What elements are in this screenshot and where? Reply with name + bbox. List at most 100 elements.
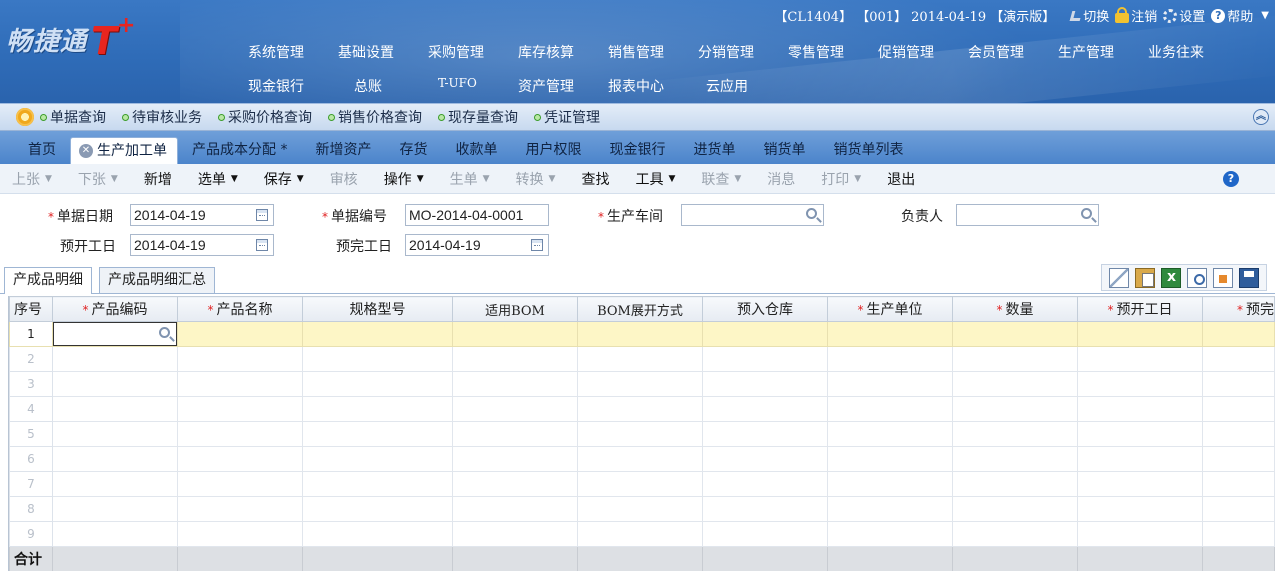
- grid-cell[interactable]: [1077, 471, 1203, 497]
- table-row[interactable]: 3: [9, 371, 1275, 397]
- grid-cell[interactable]: [177, 321, 303, 347]
- grid-cell[interactable]: [952, 346, 1078, 372]
- grid-cell[interactable]: [52, 446, 178, 472]
- grid-cell[interactable]: [452, 396, 578, 422]
- col-header[interactable]: * 预完: [1202, 296, 1275, 322]
- grid-cell[interactable]: [452, 321, 578, 347]
- grid-cell[interactable]: [827, 396, 953, 422]
- grid-cell[interactable]: [177, 471, 303, 497]
- grid-cell[interactable]: [52, 371, 178, 397]
- excel-icon[interactable]: [1161, 267, 1181, 288]
- chevron-down-icon[interactable]: ▼: [1261, 10, 1269, 21]
- grid-cell[interactable]: [577, 371, 703, 397]
- search-icon[interactable]: [806, 208, 817, 219]
- table-row[interactable]: 2: [9, 346, 1275, 372]
- export-icon[interactable]: [1213, 267, 1233, 288]
- grid-cell[interactable]: [827, 446, 953, 472]
- table-row[interactable]: 9: [9, 521, 1275, 547]
- help-icon[interactable]: ?: [1223, 171, 1239, 187]
- grid-cell[interactable]: [952, 321, 1078, 347]
- menu-item[interactable]: 现金银行: [248, 76, 338, 96]
- save-icon[interactable]: [1239, 267, 1259, 288]
- grid-cell[interactable]: [577, 421, 703, 447]
- menu-item[interactable]: 会员管理: [968, 42, 1058, 62]
- find-button[interactable]: 查找: [581, 169, 609, 189]
- grid-cell[interactable]: [452, 521, 578, 547]
- grid-cell[interactable]: [1202, 346, 1275, 372]
- audit-button[interactable]: 审核: [330, 169, 358, 189]
- menu-item[interactable]: T-UFO: [428, 76, 518, 96]
- table-row[interactable]: 8: [9, 496, 1275, 522]
- calendar-icon[interactable]: [256, 239, 268, 251]
- menu-item[interactable]: 库存核算: [518, 42, 608, 62]
- grid-cell[interactable]: [952, 396, 1078, 422]
- tab-cost-allocation[interactable]: 产品成本分配 *: [178, 137, 301, 164]
- grid-cell[interactable]: [702, 496, 828, 522]
- grid-cell[interactable]: [452, 446, 578, 472]
- grid-cell[interactable]: [827, 321, 953, 347]
- grid-cell[interactable]: [952, 446, 1078, 472]
- col-header[interactable]: * 数量: [952, 296, 1078, 322]
- prev-button[interactable]: 上张 ▼: [12, 169, 52, 189]
- col-header[interactable]: 规格型号: [302, 296, 453, 322]
- col-header[interactable]: BOM展开方式: [577, 296, 703, 322]
- grid-cell[interactable]: [1077, 346, 1203, 372]
- grid-cell[interactable]: [452, 496, 578, 522]
- col-header[interactable]: * 生产单位: [827, 296, 953, 322]
- tab-new-asset[interactable]: 新增资产: [301, 137, 385, 164]
- tab-production-order[interactable]: ✕ 生产加工单: [70, 137, 178, 164]
- grid-cell[interactable]: [702, 321, 828, 347]
- link-query-button[interactable]: 联查 ▼: [701, 169, 741, 189]
- generate-button[interactable]: 生单 ▼: [450, 169, 490, 189]
- copy-icon[interactable]: [1109, 267, 1129, 288]
- convert-button[interactable]: 转换 ▼: [516, 169, 556, 189]
- grid-cell[interactable]: [302, 521, 453, 547]
- grid-cell[interactable]: [452, 346, 578, 372]
- grid-cell[interactable]: [1077, 421, 1203, 447]
- quick-link[interactable]: 销售价格查询: [328, 107, 422, 127]
- grid-cell[interactable]: [577, 396, 703, 422]
- gear-icon[interactable]: [16, 108, 34, 126]
- grid-cell[interactable]: [1202, 371, 1275, 397]
- grid-cell[interactable]: [702, 471, 828, 497]
- tab-sales-order[interactable]: 销货单: [749, 137, 819, 164]
- settings-button[interactable]: 设置: [1163, 6, 1205, 25]
- grid-cell[interactable]: [1077, 521, 1203, 547]
- grid-cell[interactable]: [52, 496, 178, 522]
- search-icon[interactable]: [159, 327, 170, 338]
- grid-cell[interactable]: [952, 371, 1078, 397]
- grid-cell[interactable]: [302, 471, 453, 497]
- tab-product-detail[interactable]: 产成品明细: [4, 267, 92, 294]
- save-button[interactable]: 保存 ▼: [264, 169, 304, 189]
- owner-field[interactable]: [956, 204, 1099, 226]
- grid-cell[interactable]: [452, 371, 578, 397]
- help-button[interactable]: ? 帮助: [1211, 6, 1253, 25]
- menu-item[interactable]: 采购管理: [428, 42, 518, 62]
- grid-cell[interactable]: [702, 346, 828, 372]
- grid-cell[interactable]: [302, 421, 453, 447]
- tab-user-permission[interactable]: 用户权限: [511, 137, 595, 164]
- grid-cell[interactable]: [302, 321, 453, 347]
- col-header[interactable]: * 预开工日: [1077, 296, 1203, 322]
- tab-cash-bank[interactable]: 现金银行: [595, 137, 679, 164]
- grid-cell[interactable]: [452, 471, 578, 497]
- grid-cell[interactable]: [952, 471, 1078, 497]
- menu-item[interactable]: 生产管理: [1058, 42, 1148, 62]
- grid-cell[interactable]: [702, 396, 828, 422]
- table-row[interactable]: 6: [9, 446, 1275, 472]
- grid-cell[interactable]: [1077, 446, 1203, 472]
- quick-link[interactable]: 待审核业务: [122, 107, 202, 127]
- tab-product-summary[interactable]: 产成品明细汇总: [99, 267, 215, 293]
- grid-cell[interactable]: [52, 396, 178, 422]
- grid-cell[interactable]: [1077, 371, 1203, 397]
- col-header[interactable]: 预入仓库: [702, 296, 828, 322]
- search-icon[interactable]: [1081, 208, 1092, 219]
- menu-item[interactable]: 业务往来: [1148, 42, 1238, 62]
- exit-button[interactable]: 退出: [887, 169, 915, 189]
- grid-cell[interactable]: [827, 421, 953, 447]
- calendar-icon[interactable]: [256, 209, 268, 221]
- next-button[interactable]: 下张 ▼: [78, 169, 118, 189]
- menu-item[interactable]: 系统管理: [248, 42, 338, 62]
- operate-button[interactable]: 操作 ▼: [384, 169, 424, 189]
- grid-cell[interactable]: [177, 496, 303, 522]
